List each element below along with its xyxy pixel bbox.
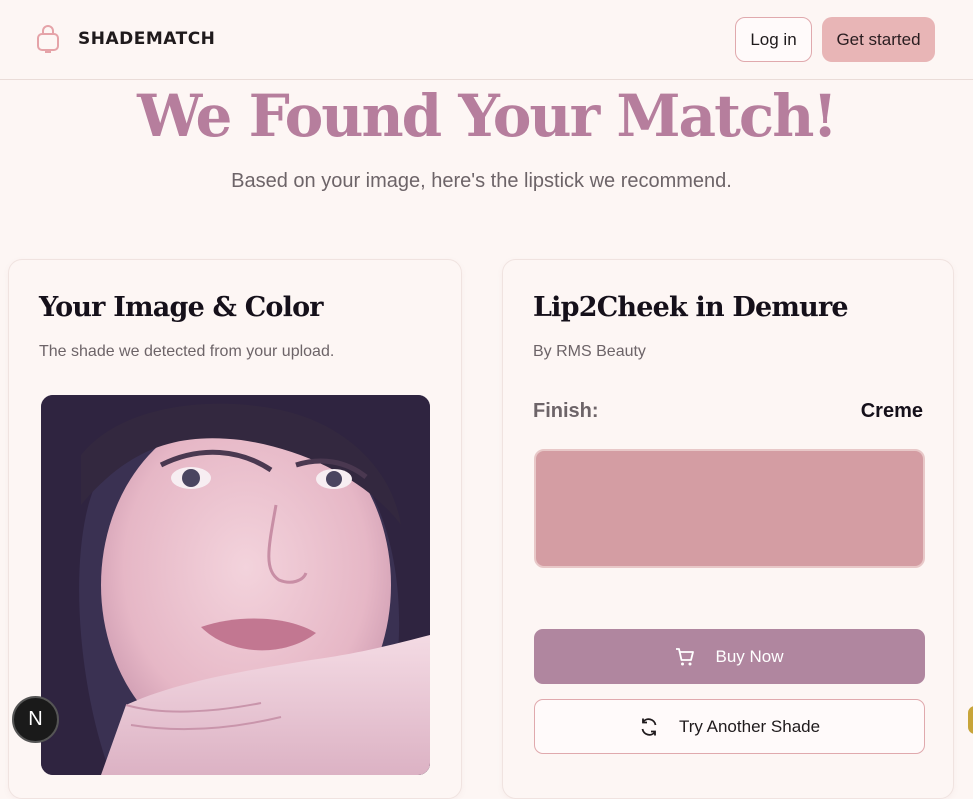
get-started-button[interactable]: Get started bbox=[822, 17, 935, 62]
brand-name: SHADEMATCH bbox=[78, 29, 216, 49]
brand-logo[interactable]: SHADEMATCH bbox=[35, 24, 215, 54]
shopping-cart-icon bbox=[675, 647, 695, 667]
finish-value: Creme bbox=[860, 400, 923, 422]
shade-swatch bbox=[534, 449, 925, 568]
finish-label: Finish: bbox=[533, 400, 599, 422]
buy-now-label: Buy Now bbox=[715, 646, 784, 666]
page-title: We Found Your Match! bbox=[137, 82, 838, 150]
image-card: Your Image & Color The shade we detected… bbox=[8, 259, 462, 799]
login-button[interactable]: Log in bbox=[735, 17, 812, 62]
shopping-bag-icon bbox=[37, 25, 59, 53]
refresh-icon bbox=[639, 717, 659, 737]
try-another-shade-button[interactable]: Try Another Shade bbox=[534, 699, 925, 754]
dev-tools-badge[interactable]: N bbox=[12, 696, 59, 743]
product-brand: By RMS Beauty bbox=[533, 343, 646, 360]
top-navigation: SHADEMATCH Log in Get started bbox=[0, 0, 973, 80]
uploaded-photo bbox=[41, 395, 430, 775]
page-subtitle: Based on your image, here's the lipstick… bbox=[231, 170, 732, 192]
try-another-shade-label: Try Another Shade bbox=[678, 716, 821, 736]
image-card-subtitle: The shade we detected from your upload. bbox=[39, 343, 335, 360]
floating-widget-edge[interactable] bbox=[968, 706, 973, 734]
product-card: Lip2Cheek in Demure By RMS Beauty Finish… bbox=[502, 259, 954, 799]
image-card-title: Your Image & Color bbox=[39, 292, 324, 323]
product-name: Lip2Cheek in Demure bbox=[533, 292, 849, 323]
buy-now-button[interactable]: Buy Now bbox=[534, 629, 925, 684]
